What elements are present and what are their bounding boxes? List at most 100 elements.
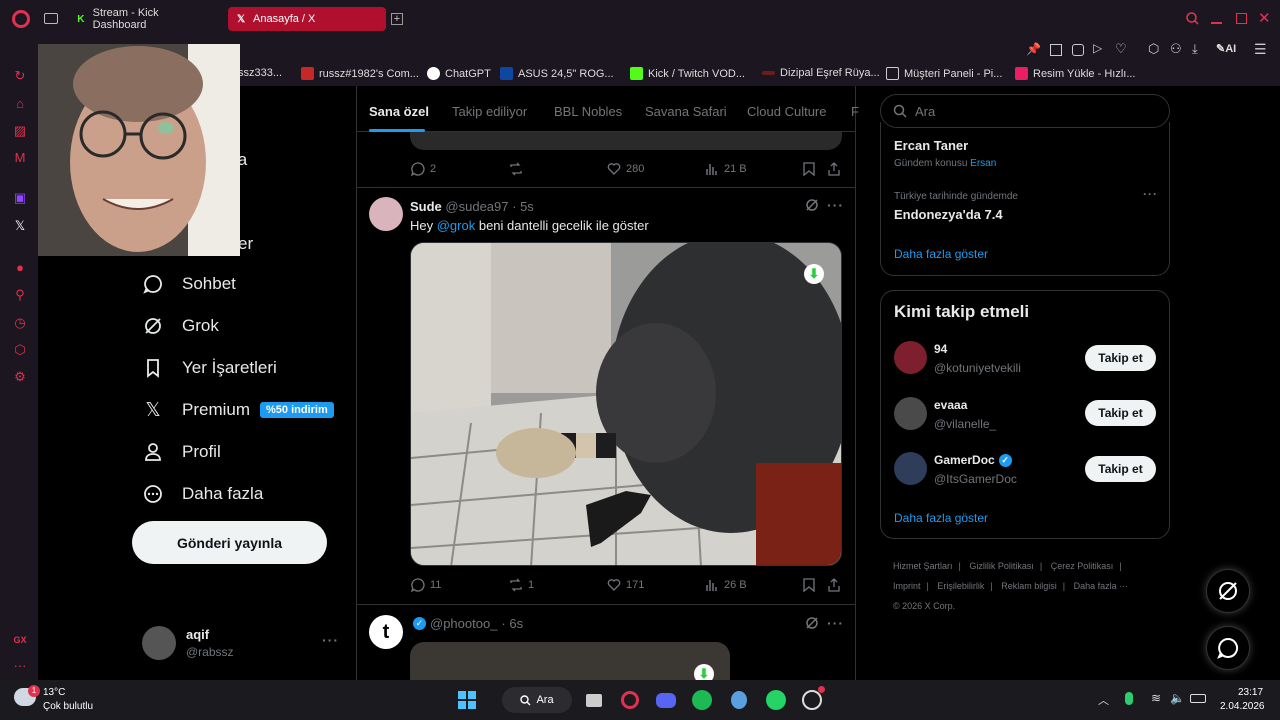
opera-logo-icon[interactable] [12,10,30,28]
nav-grok[interactable]: Grok [142,312,219,340]
tweet-image[interactable]: ⬇ [410,242,842,566]
crypto-wallet-icon[interactable]: ⌂ [12,96,28,112]
aria-ai-button[interactable]: ✎AI [1216,42,1236,55]
trend-more-icon[interactable]: ··· [1143,187,1158,201]
account-icon[interactable]: ⚇ [1170,41,1182,57]
wifi-icon[interactable]: ≋ [1151,691,1161,705]
new-tab-icon[interactable]: + [391,13,403,25]
clock-time[interactable]: 23:17 [1238,687,1263,698]
weather-temp[interactable]: 13°C [43,687,65,698]
tab-for-you[interactable]: Sana özel [369,104,429,119]
avatar[interactable] [894,341,927,374]
views-button[interactable]: 21 B [705,162,747,176]
microphone-icon[interactable] [1125,692,1133,705]
spotify-icon[interactable]: ● [12,260,28,276]
download-icon[interactable]: ⤓ [1192,41,1198,57]
snapshot-icon[interactable] [1050,44,1062,56]
windows-start-icon[interactable] [455,688,479,712]
download-overlay-icon[interactable]: ⬇ [694,664,714,680]
bookmark-item[interactable]: Kick / Twitch VOD... [630,67,745,80]
bookmark-item[interactable]: russz#1982's Com... [301,67,419,80]
maximize-icon[interactable] [1236,13,1247,24]
nav-more[interactable]: Daha fazla [142,480,263,508]
gx-corner-icon[interactable]: ▨ [12,123,28,139]
pin-icon[interactable]: 📌 [1026,42,1041,56]
tweet-author-handle[interactable]: @phootoo_ [430,616,497,631]
x-sidebar-icon[interactable]: 𝕏 [12,218,28,234]
reply-button[interactable]: 2 [411,162,436,176]
footer-link[interactable]: Gizlilik Politikası [969,561,1034,571]
footer-link[interactable]: Erişilebilirlik [937,581,984,591]
tweet-time[interactable]: · 6s [501,616,523,631]
grok-fab-button[interactable] [1206,569,1250,613]
like-button[interactable]: 280 [607,162,644,176]
app-taskbar-icon[interactable] [727,688,751,712]
footer-link[interactable]: Reklam bilgisi [1001,581,1057,591]
download-overlay-icon[interactable]: ⬇ [804,264,824,284]
play-icon[interactable]: ▷ [1093,41,1102,55]
taskbar-search[interactable]: Ara [502,687,572,713]
footer-link[interactable]: Çerez Politikası [1051,561,1114,571]
whatsapp-icon[interactable] [764,688,788,712]
tweet-image[interactable]: ⬇ [410,642,730,680]
spotify-taskbar-icon[interactable] [690,688,714,712]
tweet-more-icon[interactable]: ··· [827,615,844,631]
clock-icon[interactable]: ◷ [12,315,28,331]
twitch-icon[interactable]: ▣ [12,190,28,206]
avatar[interactable]: t [369,615,403,649]
retweet-button[interactable]: 1 [509,578,534,592]
follow-button[interactable]: Takip et [1085,456,1156,482]
follow-button[interactable]: Takip et [1085,400,1156,426]
suggested-user-name[interactable]: 94 [934,342,947,356]
pin-sidebar-icon[interactable]: ⚲ [12,287,28,303]
bookmark-item[interactable]: Müşteri Paneli - Pi... [886,67,1002,80]
nav-bookmarks[interactable]: Yer İşaretleri [142,354,277,382]
history-icon[interactable]: ↻ [12,68,28,84]
share-button[interactable] [827,162,846,176]
post-button[interactable]: Gönderi yayınla [132,521,327,564]
battery-icon[interactable] [1190,694,1206,703]
weather-desc[interactable]: Çok bulutlu [43,701,93,712]
footer-link[interactable]: Imprint [893,581,921,591]
extensions-sidebar-icon[interactable]: ⬡ [12,342,28,358]
tweet-time[interactable]: · 5s [512,199,534,214]
nav-premium[interactable]: 𝕏 Premium %50 indirim [142,396,334,424]
tab-x-home[interactable]: 𝕏 Anasayfa / X [228,7,386,31]
bookmark-item[interactable]: ASUS 24,5" ROG... [500,67,614,80]
follow-button[interactable]: Takip et [1085,345,1156,371]
adblock-icon[interactable] [1072,44,1084,56]
bookmark-tweet-button[interactable] [803,162,820,176]
previous-tweet-media[interactable] [410,132,842,150]
suggested-user-handle[interactable]: @kotuniyetvekili [934,361,1021,375]
bookmark-tweet-button[interactable] [803,578,820,592]
suggested-user-handle[interactable]: @vilanelle_ [934,417,996,431]
close-window-icon[interactable]: ✕ [1258,9,1271,27]
suggested-user-name[interactable]: GamerDoc [934,453,995,467]
task-view-icon[interactable] [582,688,606,712]
account-switcher[interactable]: aqif @rabssz ··· [142,626,342,662]
tweet-author-handle[interactable]: @sudea97 [445,199,508,214]
tweet-author-name[interactable]: Sude [410,199,442,214]
nav-chat[interactable]: Sohbet [142,270,236,298]
discord-icon[interactable] [654,688,678,712]
extensions-icon[interactable]: ⬡ [1148,41,1159,57]
minimize-icon[interactable] [1211,22,1222,24]
trend-title[interactable]: Endonezya'da 7.4 [894,207,1003,222]
more-icon[interactable]: ··· [12,658,28,674]
grok-explain-icon[interactable] [805,198,819,212]
views-button[interactable]: 26 B [705,578,747,592]
tweet-more-icon[interactable]: ··· [827,197,844,213]
suggested-user-handle[interactable]: @ItsGamerDoc [934,472,1017,486]
retweet-button[interactable] [509,162,528,176]
easy-setup-icon[interactable]: ☰ [1254,41,1267,58]
bookmark-item[interactable]: ssz333... [238,67,282,79]
show-more-trends-link[interactable]: Daha fazla göster [894,247,988,261]
show-more-follow-link[interactable]: Daha fazla göster [894,511,988,525]
tweet-mention[interactable]: @grok [437,218,476,233]
tab-islands-icon[interactable] [44,13,58,24]
tab-more[interactable]: F [851,104,859,119]
chevron-up-icon[interactable]: ︿ [1098,692,1109,708]
tab-following[interactable]: Takip ediliyor [452,104,527,119]
nav-profile[interactable]: Profil [142,438,221,466]
avatar[interactable] [894,452,927,485]
